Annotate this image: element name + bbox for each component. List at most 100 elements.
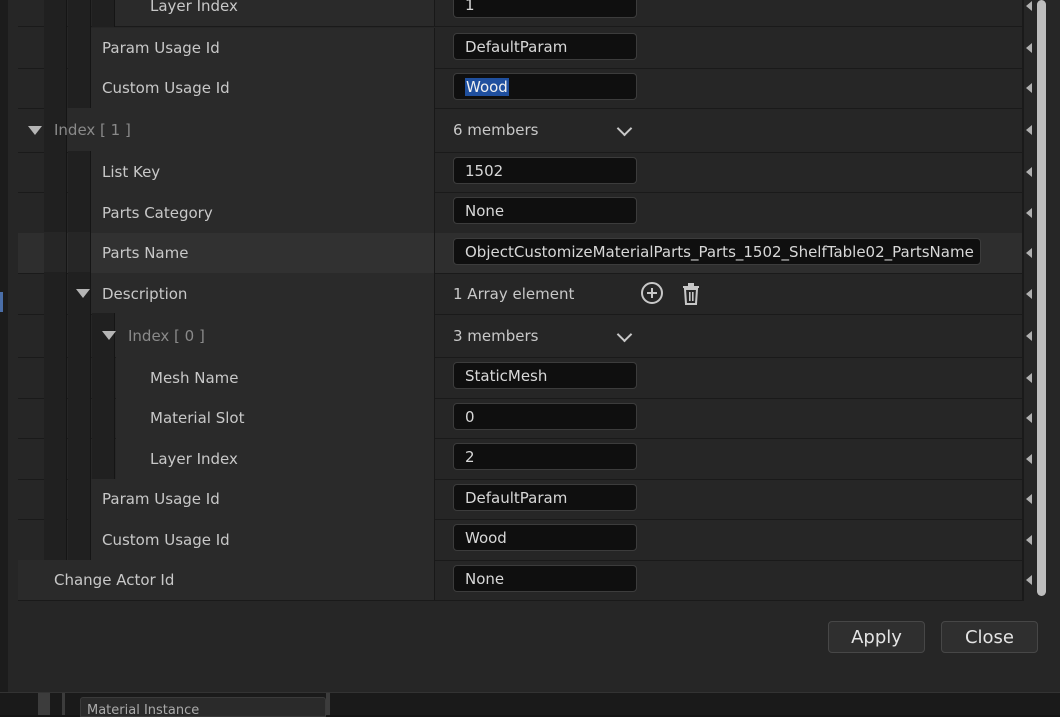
value-input[interactable]: DefaultParam <box>453 484 637 511</box>
indent-bar <box>68 151 91 193</box>
chevron-down-icon[interactable] <box>616 120 633 137</box>
property-row: Index [ 0 ] 3 members <box>18 313 1024 358</box>
reset-arrow-icon[interactable] <box>1022 442 1058 476</box>
value-input[interactable]: Wood <box>453 73 637 100</box>
bottom-panel: Material Instance <box>0 692 1060 717</box>
value-text: 1502 <box>465 161 504 180</box>
reset-arrow-icon[interactable] <box>1022 0 1058 23</box>
value-input[interactable]: None <box>453 197 637 224</box>
value-cell: 1 <box>434 0 1024 26</box>
value-input[interactable]: 0 <box>453 403 637 430</box>
value-text: Wood <box>465 528 507 547</box>
property-row: Parts Category None <box>18 191 1024 234</box>
details-panel: Layer Index 1 Param Usage Id DefaultParam Cu… <box>8 0 1060 692</box>
property-label: Parts Name <box>102 233 188 273</box>
indent-bar <box>44 478 67 520</box>
property-label: Index [ 0 ] <box>102 314 205 357</box>
property-label: Change Actor Id <box>54 560 174 600</box>
reset-arrow-icon[interactable] <box>1022 71 1058 105</box>
value-cell: None <box>434 192 1024 233</box>
value-cell: DefaultParam <box>434 479 1024 519</box>
property-label: Mesh Name <box>150 357 239 398</box>
name-cell <box>92 0 434 26</box>
indent-bar <box>68 313 91 358</box>
add-element-icon[interactable] <box>641 282 663 304</box>
property-label: Param Usage Id <box>102 28 220 68</box>
property-label-text: Layer Index <box>150 0 238 15</box>
indent-bar <box>92 0 115 27</box>
indent-bar <box>44 0 67 27</box>
property-label: Layer Index <box>150 0 238 26</box>
value-cell: StaticMesh <box>434 357 1024 398</box>
value-text: 2 <box>465 447 475 466</box>
expand-arrow-icon[interactable] <box>28 125 42 135</box>
reset-arrow-icon[interactable] <box>1022 31 1058 65</box>
property-label: Material Slot <box>150 398 244 438</box>
indent-bar <box>68 397 91 439</box>
reset-arrow-icon[interactable] <box>1022 236 1058 270</box>
value-summary: 6 members <box>453 121 539 139</box>
indent-bar <box>44 67 67 109</box>
indent-bar <box>44 518 67 561</box>
reset-arrow-icon[interactable] <box>1022 196 1058 230</box>
trash-icon[interactable] <box>681 283 701 305</box>
property-row: Param Usage Id DefaultParam <box>18 478 1024 520</box>
property-label-text: Change Actor Id <box>54 571 175 589</box>
property-row: Material Slot 0 <box>18 397 1024 439</box>
material-instance-tab[interactable]: Material Instance <box>80 697 326 717</box>
indent-bar <box>44 27 67 69</box>
splitter-handle[interactable] <box>0 292 3 312</box>
property-row: Layer Index 1 <box>18 0 1024 27</box>
property-label: Custom Usage Id <box>102 519 230 560</box>
value-cell: None <box>434 560 1024 600</box>
reset-arrow-icon[interactable] <box>1022 401 1058 435</box>
value-cell: 1502 <box>434 152 1024 192</box>
property-label: Custom Usage Id <box>102 68 230 108</box>
indent-bar <box>44 356 67 399</box>
value-input[interactable]: None <box>453 565 637 592</box>
reset-arrow-icon[interactable] <box>1022 361 1058 395</box>
property-row: Parts Name ObjectCustomizeMaterialParts_P… <box>18 232 1024 274</box>
reset-arrow-icon[interactable] <box>1022 113 1058 147</box>
apply-button[interactable]: Apply <box>828 621 925 653</box>
expand-arrow-icon[interactable] <box>76 289 90 298</box>
property-label: Description <box>76 273 187 314</box>
value-cell: 6 members <box>434 108 1024 152</box>
reset-arrow-icon[interactable] <box>1022 523 1058 557</box>
indent-bar <box>92 356 115 399</box>
chevron-down-icon[interactable] <box>616 326 633 342</box>
value-text: DefaultParam <box>465 488 568 507</box>
value-text: DefaultParam <box>465 37 568 56</box>
property-label: Index [ 1 ] <box>28 108 131 152</box>
reset-arrow-icon[interactable] <box>1022 155 1058 189</box>
value-text: None <box>465 201 505 220</box>
value-input[interactable]: 2 <box>453 443 637 470</box>
indent-bar <box>68 0 91 27</box>
reset-arrow-icon[interactable] <box>1022 319 1058 353</box>
property-label-text: List Key <box>102 163 161 181</box>
indent-bar <box>68 518 91 561</box>
property-label-text: Material Slot <box>150 409 245 427</box>
close-button[interactable]: Close <box>941 621 1038 653</box>
property-label-text: Index [ 1 ] <box>54 121 131 139</box>
reset-arrow-icon[interactable] <box>1022 563 1058 597</box>
value-text: 1 <box>465 0 475 14</box>
value-input[interactable]: DefaultParam <box>453 33 637 60</box>
property-label-text: Param Usage Id <box>102 39 220 57</box>
property-label-text: Parts Category <box>102 203 213 222</box>
value-summary: 1 Array element <box>453 284 575 303</box>
property-label: Param Usage Id <box>102 479 220 519</box>
value-input[interactable]: ObjectCustomizeMaterialParts_Parts_1502_… <box>453 238 981 265</box>
value-input[interactable]: 1 <box>453 0 637 18</box>
property-grid: Layer Index 1 Param Usage Id DefaultParam Cu… <box>18 0 1024 601</box>
property-row: Custom Usage Id Wood <box>18 67 1024 109</box>
bottom-strip <box>38 693 50 715</box>
value-input[interactable]: StaticMesh <box>453 362 637 389</box>
value-text: 0 <box>465 407 475 426</box>
value-input[interactable]: 1502 <box>453 157 637 184</box>
bottom-strip <box>326 693 330 715</box>
reset-arrow-icon[interactable] <box>1022 482 1058 516</box>
reset-arrow-icon[interactable] <box>1022 277 1058 311</box>
value-input[interactable]: Wood <box>453 524 637 551</box>
expand-arrow-icon[interactable] <box>102 331 116 340</box>
